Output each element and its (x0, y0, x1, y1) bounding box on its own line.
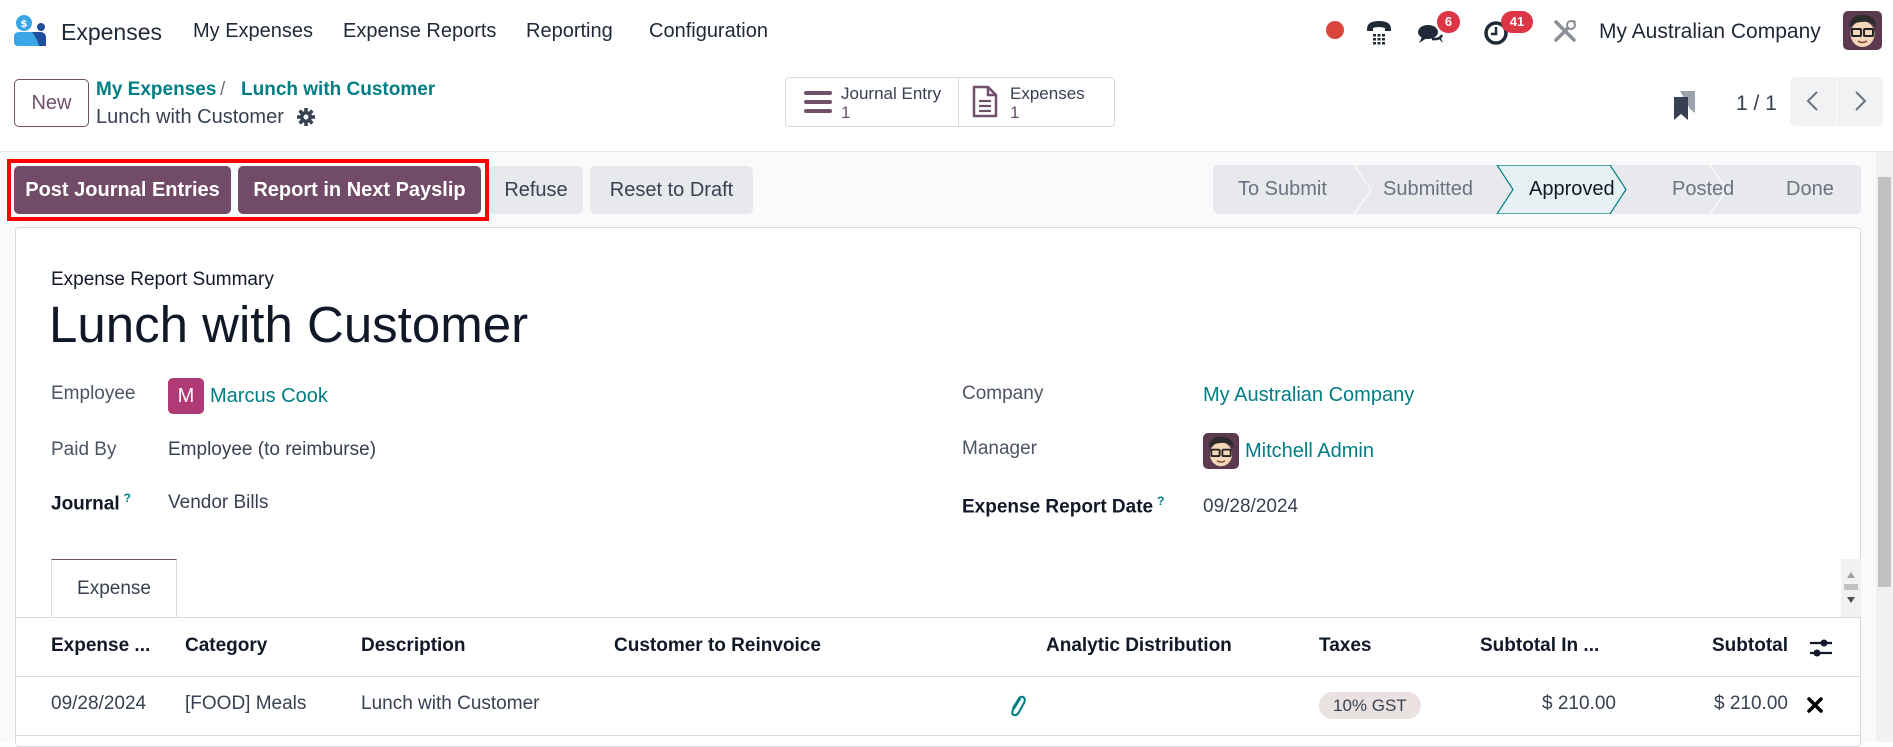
column-subtotal[interactable]: Subtotal (1712, 635, 1788, 657)
column-expense-date[interactable]: Expense ... (51, 635, 150, 657)
cell-description[interactable]: Lunch with Customer (361, 693, 539, 715)
page-scrollbar-thumb[interactable] (1878, 177, 1891, 587)
inner-scrollbar[interactable] (1841, 559, 1861, 617)
document-icon (972, 85, 998, 118)
page-scrollbar[interactable] (1876, 152, 1893, 742)
expenses-app-logo-icon[interactable]: $ (12, 14, 48, 48)
paid-by-label: Paid By (51, 439, 117, 460)
statusbar: To Submit Submitted Approved Posted Done (1213, 165, 1861, 214)
status-posted[interactable]: Posted (1672, 165, 1734, 214)
expense-report-date-label: Expense Report Date? (962, 494, 1164, 518)
list-icon (804, 91, 832, 113)
report-title[interactable]: Lunch with Customer (49, 295, 528, 354)
cell-subtotal-in-currency: $ 210.00 (1542, 693, 1616, 714)
table-header-divider (15, 676, 1861, 677)
chevron-left-icon (1806, 91, 1818, 111)
expense-report-date-field[interactable]: 09/28/2024 (1203, 496, 1298, 518)
journal-label-text: Journal (51, 493, 120, 515)
column-category[interactable]: Category (185, 635, 267, 657)
phone-icon[interactable] (1364, 17, 1394, 47)
gear-icon[interactable] (296, 107, 316, 127)
breadcrumb-my-expenses[interactable]: My Expenses (96, 79, 216, 101)
inner-scrollbar-arrows-icon (1844, 572, 1858, 603)
status-submitted[interactable]: Submitted (1383, 165, 1473, 214)
company-field[interactable]: My Australian Company (1203, 384, 1414, 407)
messages-badge: 6 (1437, 11, 1460, 33)
cell-subtotal: $ 210.00 (1714, 693, 1788, 714)
journal-entry-label: Journal Entry (841, 84, 942, 103)
tab-expense[interactable]: Expense (51, 559, 177, 618)
post-journal-entries-button[interactable]: Post Journal Entries (14, 166, 231, 214)
journal-entry-smart-button[interactable]: Journal Entry 1 (786, 78, 958, 126)
expenses-label: Expenses (1010, 84, 1085, 103)
status-dot-icon[interactable] (1323, 18, 1347, 42)
column-description[interactable]: Description (361, 635, 466, 657)
journal-entry-count: 1 (841, 103, 851, 122)
menu-expense-reports[interactable]: Expense Reports (343, 20, 496, 43)
new-button[interactable]: New (14, 79, 89, 127)
cell-expense-date[interactable]: 09/28/2024 (51, 693, 146, 715)
column-settings-sliders-icon[interactable] (1809, 637, 1833, 659)
table-row-divider (15, 735, 1861, 736)
employee-avatar: M (168, 378, 204, 414)
column-analytic-distribution[interactable]: Analytic Distribution (1046, 635, 1232, 657)
status-approved[interactable]: Approved (1529, 165, 1615, 214)
smart-buttons: Journal Entry 1 Expenses 1 (785, 77, 1115, 127)
chevron-right-icon (1855, 91, 1867, 111)
manager-avatar-face-icon (1203, 433, 1239, 469)
status-done[interactable]: Done (1786, 165, 1834, 214)
expense-report-summary-label: Expense Report Summary (51, 269, 274, 290)
reset-to-draft-button[interactable]: Reset to Draft (590, 166, 753, 214)
delete-row-icon[interactable] (1807, 697, 1823, 713)
expense-report-date-label-text: Expense Report Date (962, 496, 1154, 518)
refuse-button[interactable]: Refuse (489, 166, 583, 214)
top-navbar: $ Expenses My Expenses Expense Reports R… (0, 0, 1893, 66)
manager-avatar (1203, 433, 1239, 469)
column-taxes[interactable]: Taxes (1319, 635, 1371, 657)
report-in-next-payslip-button[interactable]: Report in Next Payslip (238, 166, 481, 214)
pager-value[interactable]: 1 / 1 (1736, 92, 1777, 116)
cell-category[interactable]: [FOOD] Meals (185, 693, 306, 715)
journal-label: Journal? (51, 491, 131, 515)
expense-report-date-help-icon[interactable]: ? (1157, 494, 1164, 508)
journal-field[interactable]: Vendor Bills (168, 492, 268, 514)
breadcrumb-lunch-with-customer[interactable]: Lunch with Customer (241, 79, 435, 101)
menu-reporting[interactable]: Reporting (526, 20, 613, 43)
journal-help-icon[interactable]: ? (124, 491, 131, 505)
column-customer-to-reinvoice[interactable]: Customer to Reinvoice (614, 635, 821, 657)
expenses-count: 1 (1010, 103, 1020, 122)
expenses-smart-button[interactable]: Expenses 1 (959, 78, 1115, 126)
status-to-submit[interactable]: To Submit (1238, 165, 1327, 214)
user-avatar-face-icon (1843, 11, 1882, 50)
menu-configuration[interactable]: Configuration (649, 20, 768, 43)
pager-next-button[interactable] (1837, 77, 1883, 126)
svg-text:$: $ (21, 19, 28, 30)
paid-by-field[interactable]: Employee (to reimburse) (168, 439, 376, 461)
tab-divider (15, 617, 1861, 618)
activities-badge: 41 (1501, 11, 1533, 33)
pager-previous-button[interactable] (1790, 77, 1836, 126)
tools-icon[interactable] (1552, 18, 1578, 44)
company-switcher[interactable]: My Australian Company (1599, 20, 1821, 44)
paperclip-icon[interactable] (1008, 694, 1026, 718)
company-label: Company (962, 383, 1044, 404)
manager-field[interactable]: Mitchell Admin (1245, 440, 1374, 463)
breadcrumb-separator: / (220, 79, 226, 100)
employee-field[interactable]: Marcus Cook (210, 385, 328, 408)
menu-my-expenses[interactable]: My Expenses (193, 20, 313, 43)
column-subtotal-in-currency[interactable]: Subtotal In ... (1480, 635, 1599, 657)
bookmark-icon[interactable] (1671, 89, 1697, 121)
manager-label: Manager (962, 438, 1037, 459)
current-record-name: Lunch with Customer (96, 106, 284, 128)
app-name[interactable]: Expenses (61, 19, 162, 46)
tax-tag[interactable]: 10% GST (1319, 692, 1421, 719)
user-avatar[interactable] (1843, 11, 1882, 50)
employee-label: Employee (51, 383, 136, 404)
